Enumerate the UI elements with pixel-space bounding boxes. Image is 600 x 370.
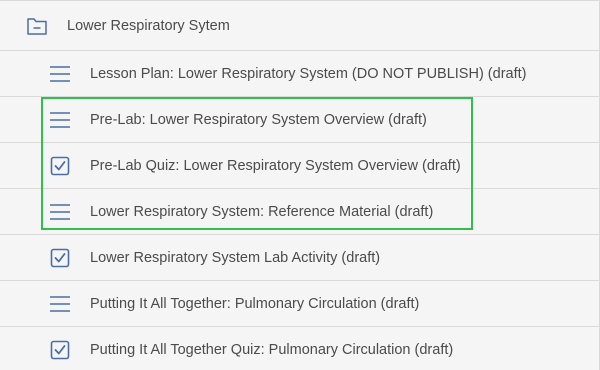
module-item-label[interactable]: Putting It All Together Quiz: Pulmonary … [90,342,453,358]
quiz-checkbox-icon [48,246,72,270]
module-item-label[interactable]: Pre-Lab Quiz: Lower Respiratory System O… [90,158,461,174]
module-title: Lower Respiratory Sytem [67,17,230,34]
module-folder-row[interactable]: Lower Respiratory Sytem [0,1,599,51]
quiz-checkbox-icon [48,154,72,178]
module-tree: Lower Respiratory Sytem Lesson Plan: Low… [0,0,600,370]
module-item-label[interactable]: Putting It All Together: Pulmonary Circu… [90,296,419,312]
folder-collapse-icon[interactable] [25,14,49,38]
module-item-pulmonary-circulation[interactable]: Putting It All Together: Pulmonary Circu… [0,281,599,327]
module-item-label[interactable]: Lesson Plan: Lower Respiratory System (D… [90,66,526,82]
page-lines-icon [48,292,72,316]
module-item-label[interactable]: Pre-Lab: Lower Respiratory System Overvi… [90,112,427,128]
page-lines-icon [48,108,72,132]
module-item-label[interactable]: Lower Respiratory System Lab Activity (d… [90,250,380,266]
module-item-label[interactable]: Lower Respiratory System: Reference Mate… [90,204,433,220]
module-item-lab-activity[interactable]: Lower Respiratory System Lab Activity (d… [0,235,599,281]
module-item-pre-lab[interactable]: Pre-Lab: Lower Respiratory System Overvi… [0,97,599,143]
page-lines-icon [48,200,72,224]
quiz-checkbox-icon [48,338,72,362]
module-item-lesson-plan[interactable]: Lesson Plan: Lower Respiratory System (D… [0,51,599,97]
module-item-pre-lab-quiz[interactable]: Pre-Lab Quiz: Lower Respiratory System O… [0,143,599,189]
module-item-pulmonary-circulation-quiz[interactable]: Putting It All Together Quiz: Pulmonary … [0,327,599,370]
module-item-reference-material[interactable]: Lower Respiratory System: Reference Mate… [0,189,599,235]
page-lines-icon [48,62,72,86]
